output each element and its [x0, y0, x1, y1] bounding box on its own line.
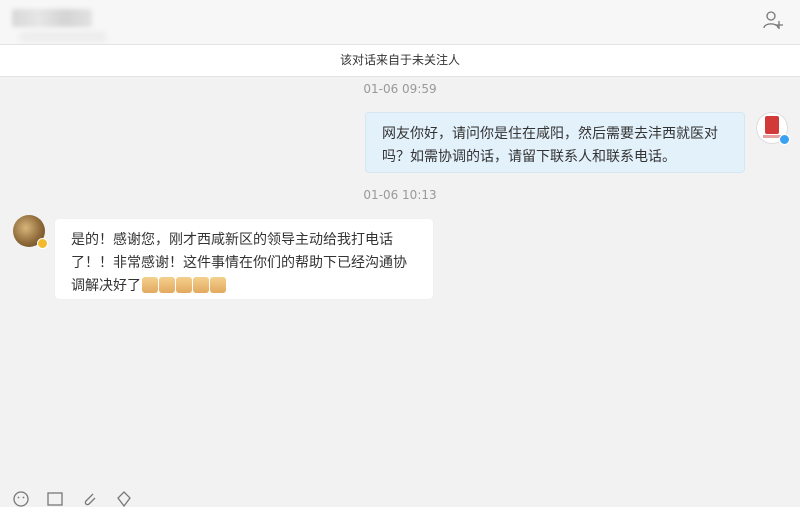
thumbs-up-icon — [142, 277, 158, 293]
message-bubble-incoming[interactable]: 是的！感谢您，刚才西咸新区的领导主动给我打电话了！！非常感谢！这件事情在你们的帮… — [55, 219, 433, 299]
contact-name-blurred — [12, 9, 92, 27]
location-icon[interactable] — [116, 491, 132, 507]
attachment-icon[interactable] — [82, 491, 98, 507]
emoji-icon[interactable] — [13, 491, 29, 507]
contact-name-blur-trail — [20, 32, 106, 42]
thumbs-up-icon — [159, 277, 175, 293]
message-timestamp: 01-06 09:59 — [363, 82, 437, 96]
message-bubble-outgoing[interactable]: 网友你好，请问你是住在咸阳，然后需要去沣西就医对吗？如需协调的话，请留下联系人和… — [365, 112, 745, 173]
message-text: 是的！感谢您，刚才西咸新区的领导主动给我打电话了！！非常感谢！这件事情在你们的帮… — [71, 232, 407, 294]
add-user-icon[interactable] — [762, 9, 784, 31]
message-timestamp: 01-06 10:13 — [363, 188, 437, 202]
my-avatar[interactable] — [756, 112, 790, 145]
verified-badge-icon — [37, 238, 48, 249]
verified-badge-icon — [779, 134, 790, 145]
image-icon[interactable] — [47, 491, 63, 507]
thumbs-up-icon — [193, 277, 209, 293]
thumbs-up-icon — [210, 277, 226, 293]
unfollowed-notice: 该对话来自于未关注人 — [0, 44, 800, 77]
thumbs-up-icon — [176, 277, 192, 293]
seal-logo — [765, 116, 779, 134]
sender-avatar[interactable] — [13, 215, 48, 249]
thumbs-up-emoji-group — [141, 277, 226, 294]
chat-header — [0, 0, 800, 44]
input-toolbar — [0, 486, 800, 507]
